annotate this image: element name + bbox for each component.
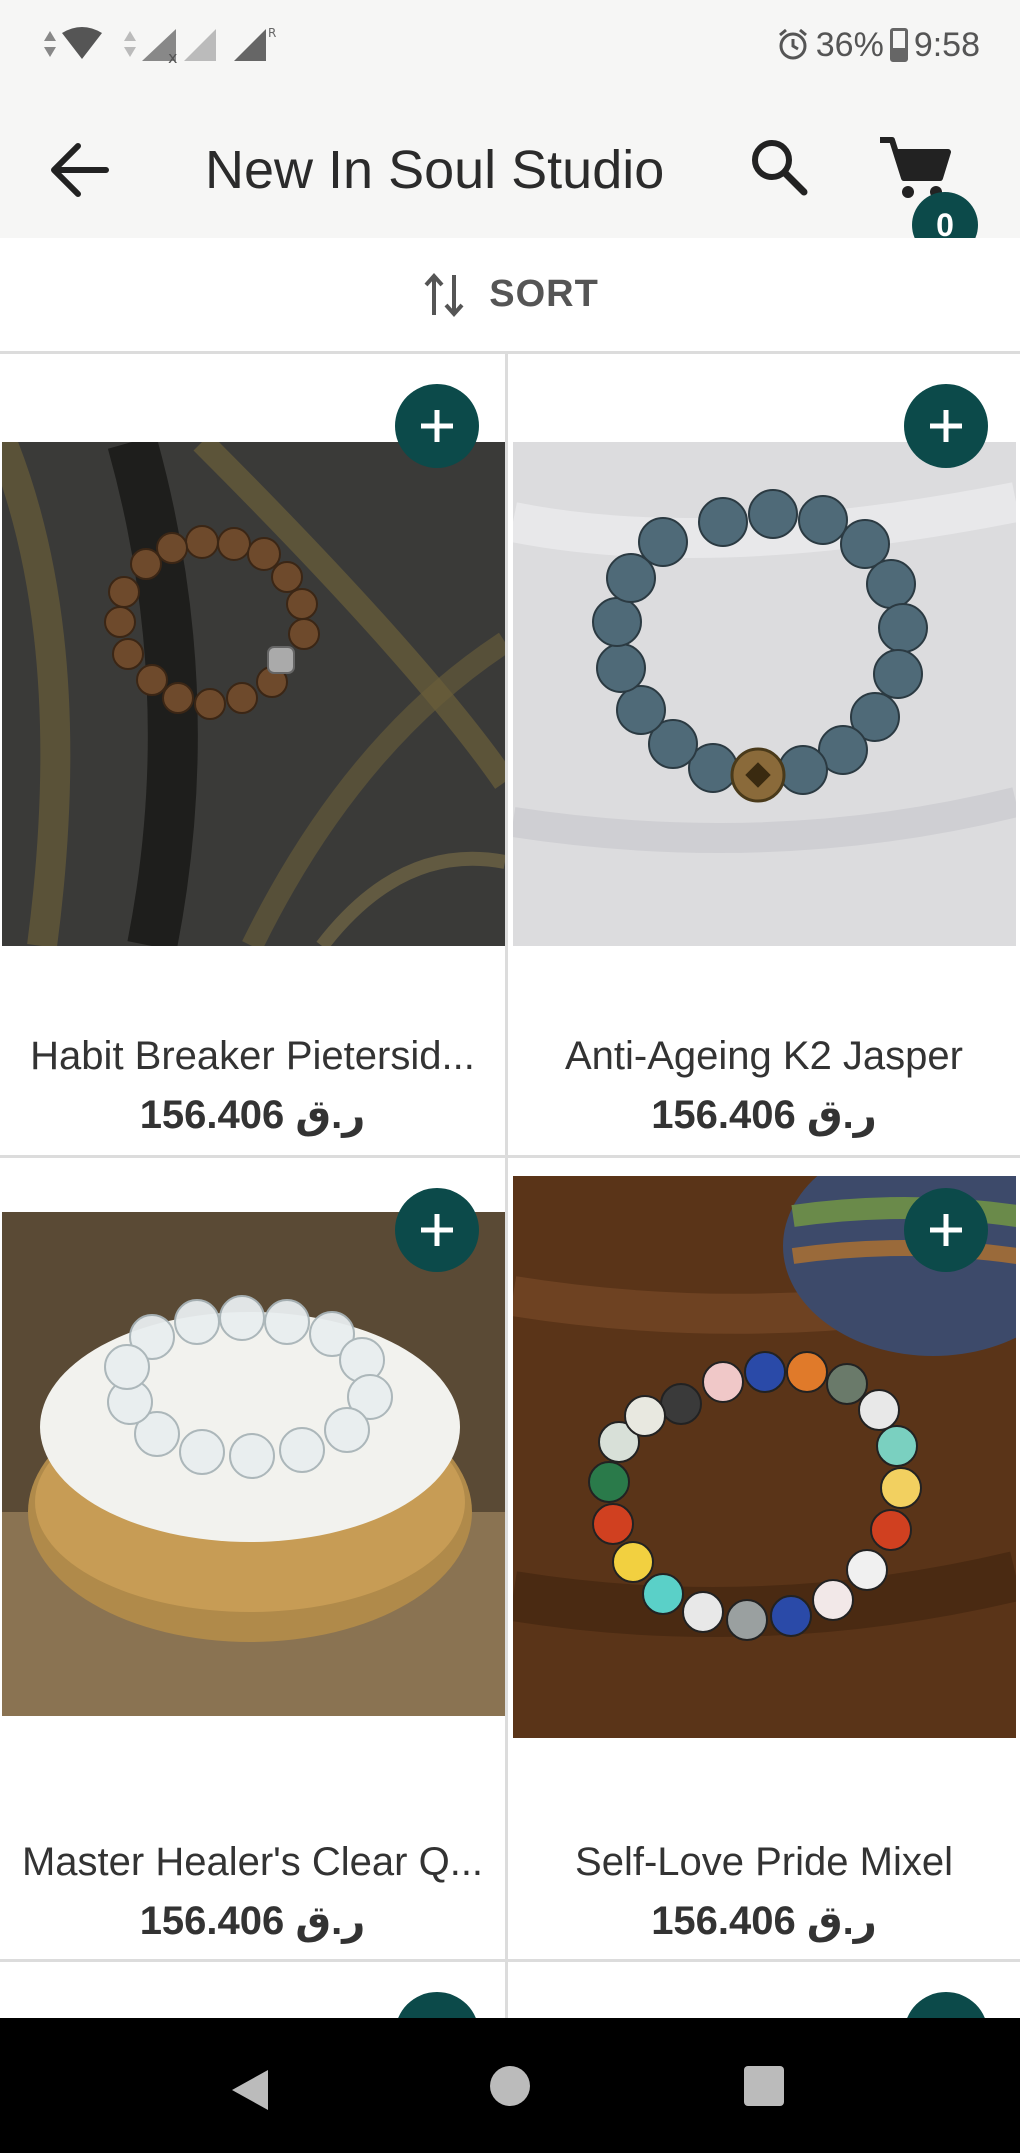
sort-icon: [424, 272, 464, 317]
product-image[interactable]: [513, 442, 1016, 946]
product-grid: Habit Breaker Pietersid... ر.ق 156.406 A…: [0, 354, 1020, 2018]
product-name[interactable]: Master Healer's Clear Q...: [0, 1840, 505, 1885]
wifi-icon: [44, 27, 102, 59]
sort-button[interactable]: SORT: [0, 238, 1020, 354]
status-right: 36% 9:58: [776, 20, 980, 70]
add-to-cart-button[interactable]: [395, 1188, 479, 1272]
add-to-cart-button[interactable]: [395, 384, 479, 468]
signal-icon: x: [124, 29, 216, 65]
product-name[interactable]: Anti-Ageing K2 Jasper: [508, 1034, 1020, 1079]
product-price: ر.ق 156.406: [139, 1899, 366, 1943]
nav-home-icon[interactable]: [490, 2066, 530, 2106]
product-card[interactable]: Habit Breaker Pietersid... ر.ق 156.406: [0, 354, 505, 1158]
status-bar: x R 36% 9:58: [0, 0, 1020, 92]
product-image[interactable]: [2, 442, 505, 946]
plus-icon: [421, 410, 453, 442]
search-icon: [752, 140, 808, 196]
nav-back-icon[interactable]: [228, 2068, 272, 2112]
product-price: ر.ق 156.406: [139, 1093, 366, 1137]
nav-recents-icon[interactable]: [744, 2066, 784, 2106]
product-name[interactable]: Self-Love Pride Mixel: [508, 1840, 1020, 1885]
back-button[interactable]: [44, 134, 116, 206]
signal-roaming-icon: R: [234, 26, 276, 61]
app-bar: New In Soul Studio 0: [0, 92, 1020, 258]
search-button[interactable]: [746, 134, 812, 200]
plus-icon: [930, 410, 962, 442]
add-to-cart-button[interactable]: [904, 1188, 988, 1272]
product-image[interactable]: [2, 1212, 505, 1716]
arrow-left-icon: [51, 143, 109, 197]
plus-icon: [421, 1214, 453, 1246]
battery-icon: [889, 28, 908, 62]
plus-icon: [930, 1214, 962, 1246]
status-icons: x R: [40, 20, 280, 70]
product-card[interactable]: Self-Love Pride Mixel ر.ق 156.406: [508, 1158, 1020, 1962]
alarm-icon: [778, 28, 807, 60]
product-price: ر.ق 156.406: [651, 1899, 877, 1943]
system-nav-bar: [0, 2018, 1020, 2153]
battery-percent: 36%: [815, 25, 884, 64]
svg-text:x: x: [168, 48, 177, 65]
add-to-cart-button[interactable]: [395, 1992, 479, 2018]
page-title: New In Soul Studio: [205, 140, 665, 200]
product-card[interactable]: Master Healer's Clear Q... ر.ق 156.406: [0, 1158, 505, 1962]
product-card[interactable]: Anti-Ageing K2 Jasper ر.ق 156.406: [508, 354, 1020, 1158]
svg-text:R: R: [268, 26, 276, 40]
product-price: ر.ق 156.406: [651, 1093, 877, 1137]
sort-label: SORT: [489, 273, 599, 315]
product-name[interactable]: Habit Breaker Pietersid...: [0, 1034, 505, 1079]
clock: 9:58: [913, 25, 980, 64]
add-to-cart-button[interactable]: [904, 384, 988, 468]
add-to-cart-button[interactable]: [904, 1992, 988, 2018]
